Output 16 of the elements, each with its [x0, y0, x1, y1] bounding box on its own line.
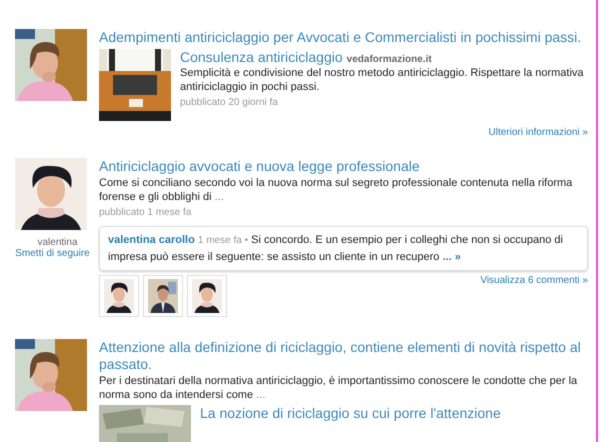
post-title[interactable]: Attenzione alla definizione di riciclaggio, contiene elementi di novità rispetto al passato. — [99, 339, 588, 373]
post-date: pubblicato 20 giorni fa — [180, 97, 279, 108]
comment-text: valentina carollo 1 mese fa • Si concordo. E un esempio per i colleghi che non si occupano di impresa può essere il seguente: se assisto un cliente in un recupero ... » — [108, 233, 564, 265]
source-domain: vedaformazione.it — [346, 54, 432, 65]
post-text: Come si conciliano secondo voi la nuova norma sul segreto professionale contenuta nella riforma forense e gli obblighi di ... — [99, 176, 574, 204]
post-title[interactable]: Antiriciclaggio avvocati e nuova legge professionale — [99, 158, 588, 175]
post-text: Per i destinatari della normativa antiriciclaggio, è importantissimo conoscere le condotte che per la norma sono da intendersi come ... — [99, 374, 578, 402]
unfollow-link[interactable]: Smetti di seguire — [15, 248, 90, 259]
author-name: valentina — [37, 237, 78, 248]
post-title[interactable]: Adempimenti antiriciclaggio per Avvocati e Commercialisti in pochissimi passi. — [99, 29, 588, 46]
article-title[interactable]: La nozione di riciclaggio su cui porre l'attenzione — [200, 405, 501, 421]
article-title[interactable]: Consulenza antiriciclaggio — [180, 49, 343, 65]
article-summary: Semplicità e condivisione del nostro metodo antiriciclaggio. Rispettare la normativa antiriciclaggio in pochi passi. — [180, 66, 585, 94]
post-date: pubblicato 1 mese fa — [99, 207, 192, 218]
view-comments-link[interactable]: Visualizza 6 commenti » — [480, 275, 588, 286]
more-info-link[interactable]: Ulteriori informazioni » — [488, 127, 588, 138]
